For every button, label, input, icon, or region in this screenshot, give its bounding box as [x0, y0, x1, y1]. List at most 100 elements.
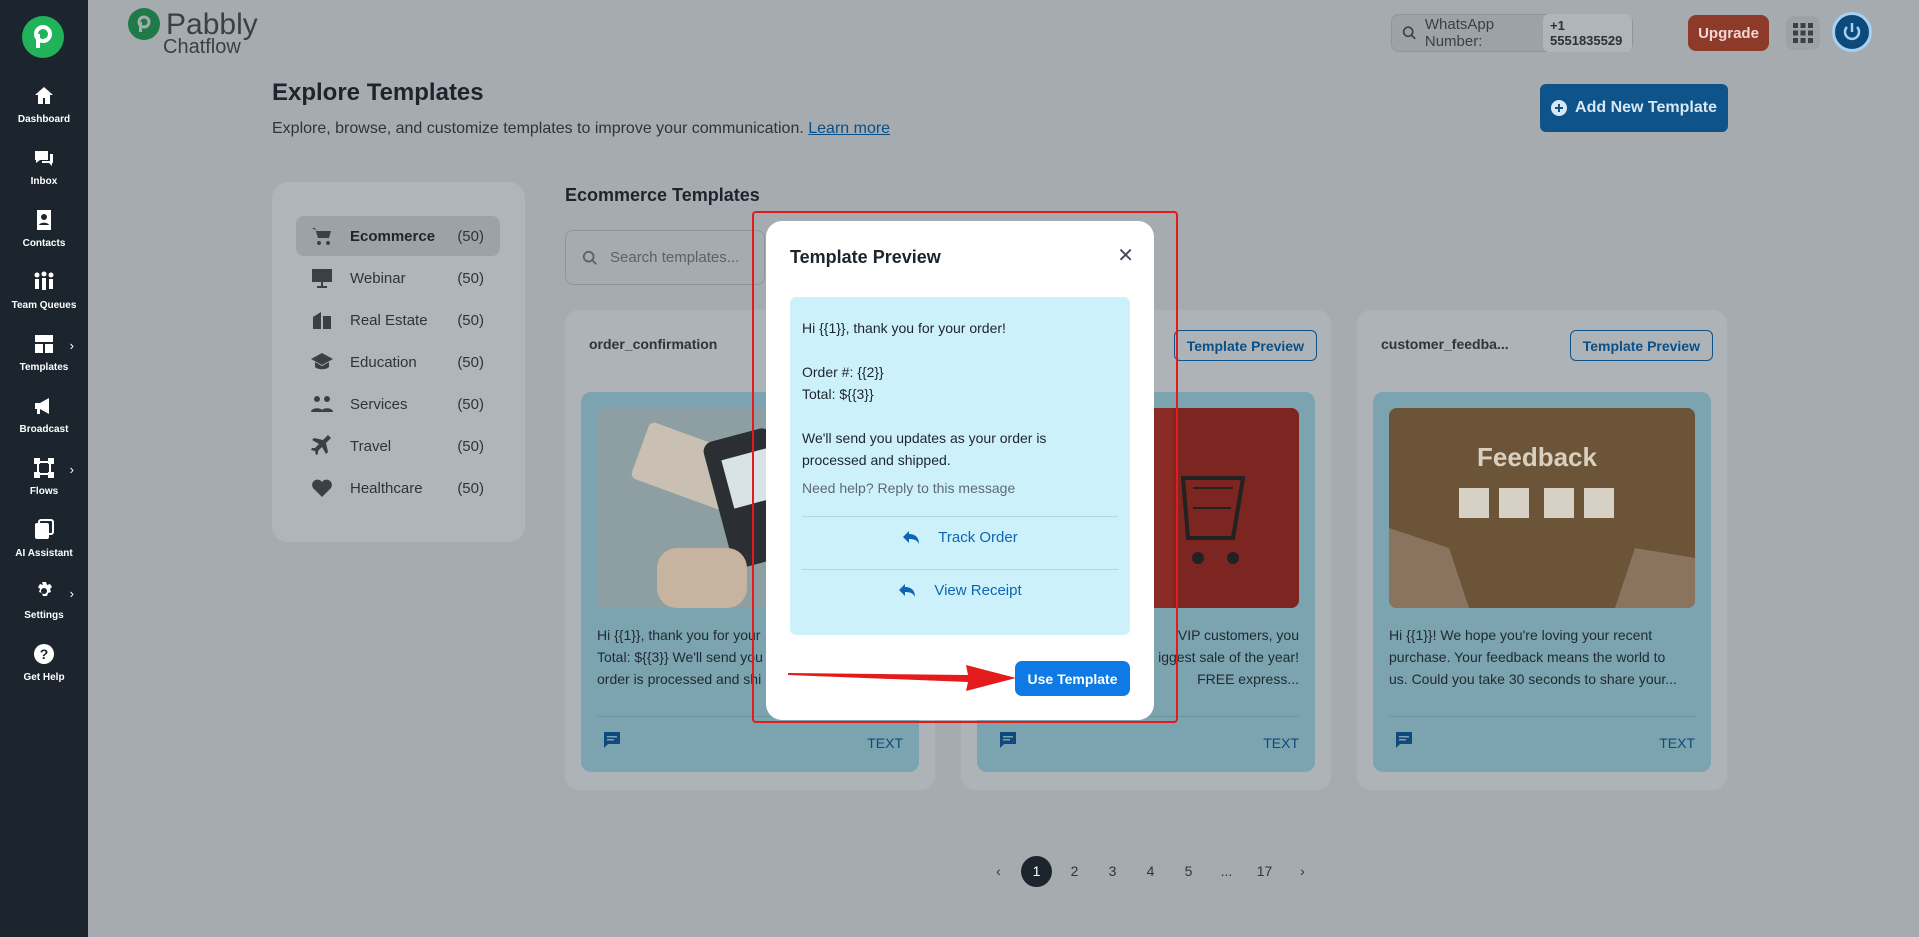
- page-title: Explore Templates: [272, 79, 484, 106]
- card-title: customer_feedba...: [1381, 336, 1509, 352]
- chat-icon: [35, 151, 53, 166]
- card-type-label: TEXT: [1659, 735, 1695, 751]
- sidebar-item-inbox[interactable]: Inbox: [0, 146, 88, 202]
- preview-update-line2: processed and shipped.: [802, 452, 951, 468]
- category-item-webinar[interactable]: Webinar (50): [296, 258, 500, 298]
- message-icon: [604, 732, 620, 748]
- sidebar-item-label: AI Assistant: [15, 548, 73, 559]
- ai-icon: [35, 519, 54, 539]
- preview-help-text: Need help? Reply to this message: [802, 480, 1016, 496]
- category-count: (50): [457, 311, 484, 329]
- sidebar-item-label: Dashboard: [17, 114, 71, 125]
- upgrade-button[interactable]: Upgrade: [1688, 15, 1769, 51]
- chevron-right-icon: ›: [69, 338, 74, 353]
- card-footer: TEXT: [1389, 716, 1695, 756]
- logo-subtext: Chatflow: [163, 36, 241, 58]
- sidebar-item-label: Broadcast: [19, 424, 69, 435]
- reply-icon: [903, 531, 920, 544]
- pabbly-logo-icon[interactable]: [22, 16, 64, 58]
- template-search-input[interactable]: Search templates...: [565, 230, 765, 285]
- category-name: Education: [350, 353, 417, 371]
- templates-icon: [35, 335, 53, 353]
- sidebar-item-contacts[interactable]: Contacts: [0, 208, 88, 264]
- prev-page-icon[interactable]: ‹: [983, 856, 1014, 887]
- feedback-image-text: Feedback: [1477, 442, 1597, 472]
- message-icon: [1000, 732, 1016, 748]
- sidebar-item-get-help[interactable]: ? Get Help: [0, 642, 88, 698]
- svg-text:?: ?: [40, 646, 49, 662]
- category-name: Services: [350, 395, 408, 413]
- pagination: ‹ 1 2 3 4 5 ... 17 ›: [983, 855, 1325, 887]
- add-new-template-button[interactable]: Add New Template: [1540, 84, 1728, 132]
- category-item-real-estate[interactable]: Real Estate (50): [296, 300, 500, 340]
- category-count: (50): [457, 437, 484, 455]
- team-icon: [34, 271, 54, 290]
- card-type-label: TEXT: [867, 735, 903, 751]
- preview-order-line: Order #: {{2}}: [802, 364, 884, 380]
- category-item-services[interactable]: Services (50): [296, 384, 500, 424]
- whatsapp-number: +1 5551835529: [1543, 14, 1632, 52]
- track-order-button[interactable]: Track Order: [802, 517, 1118, 557]
- sidebar-item-label: Get Help: [23, 672, 65, 683]
- category-item-healthcare[interactable]: Healthcare (50): [296, 468, 500, 508]
- gear-icon: [38, 582, 52, 596]
- category-item-education[interactable]: Education (50): [296, 342, 500, 382]
- message-preview: Hi {{1}}, thank you for your order! Orde…: [790, 297, 1130, 635]
- apps-grid-icon[interactable]: [1786, 16, 1820, 50]
- category-name: Travel: [350, 437, 392, 455]
- category-panel: Ecommerce (50) Webinar (50) Real Estate …: [272, 182, 525, 542]
- sidebar-item-templates[interactable]: Templates ›: [0, 332, 88, 388]
- category-name: Ecommerce: [350, 227, 436, 245]
- category-count: (50): [457, 395, 484, 413]
- modal-title: Template Preview: [790, 247, 941, 267]
- chevron-right-icon: ›: [69, 586, 74, 601]
- people-icon: [311, 396, 333, 412]
- template-card[interactable]: customer_feedba... Template Preview Feed…: [1357, 310, 1727, 790]
- close-icon[interactable]: ✕: [1117, 243, 1134, 268]
- sidebar-item-label: Templates: [19, 362, 69, 373]
- card-image: Feedback: [1389, 408, 1695, 608]
- sidebar-item-team-queues[interactable]: Team Queues: [0, 270, 88, 326]
- sidebar: Dashboard Inbox Contacts Team Queues Tem…: [0, 0, 88, 937]
- category-count: (50): [457, 479, 484, 497]
- page-button[interactable]: 5: [1173, 856, 1204, 887]
- category-name: Real Estate: [350, 311, 428, 329]
- category-item-travel[interactable]: Travel (50): [296, 426, 500, 466]
- view-receipt-button[interactable]: View Receipt: [802, 570, 1118, 610]
- category-count: (50): [457, 269, 484, 287]
- template-preview-button[interactable]: Template Preview: [1173, 330, 1317, 361]
- category-item-ecommerce[interactable]: Ecommerce (50): [296, 216, 500, 256]
- category-name: Webinar: [350, 269, 406, 287]
- category-name: Healthcare: [350, 479, 423, 497]
- sidebar-item-flows[interactable]: Flows ›: [0, 456, 88, 512]
- sidebar-item-ai-assistant[interactable]: AI Assistant: [0, 518, 88, 574]
- learn-more-link[interactable]: Learn more: [808, 120, 890, 137]
- account-power-icon[interactable]: [1832, 12, 1872, 52]
- template-preview-button[interactable]: Template Preview: [1569, 330, 1713, 361]
- page-button[interactable]: 4: [1135, 856, 1166, 887]
- help-icon: ?: [34, 644, 54, 664]
- category-count: (50): [457, 227, 484, 245]
- home-icon: [35, 87, 53, 104]
- presentation-icon: [312, 269, 332, 288]
- page-button[interactable]: 17: [1249, 856, 1280, 887]
- page-button[interactable]: 3: [1097, 856, 1128, 887]
- sidebar-item-settings[interactable]: Settings ›: [0, 580, 88, 636]
- card-title: order_confirmation: [589, 336, 718, 352]
- page-button[interactable]: 1: [1021, 855, 1052, 887]
- sidebar-item-broadcast[interactable]: Broadcast: [0, 394, 88, 450]
- search-icon: [582, 250, 597, 265]
- section-title: Ecommerce Templates: [565, 185, 760, 205]
- page-subtitle: Explore, browse, and customize templates…: [272, 120, 890, 138]
- sidebar-item-dashboard[interactable]: Dashboard: [0, 84, 88, 140]
- add-new-template-label: Add New Template: [1575, 99, 1717, 116]
- next-page-icon[interactable]: ›: [1287, 856, 1318, 887]
- sidebar-item-label: Inbox: [30, 176, 58, 187]
- message-icon: [1396, 732, 1412, 748]
- use-template-button[interactable]: Use Template: [1015, 661, 1130, 696]
- page-button[interactable]: 2: [1059, 856, 1090, 887]
- whatsapp-label: WhatsApp Number:: [1424, 16, 1495, 50]
- whatsapp-number-selector[interactable]: WhatsApp Number: +1 5551835529: [1391, 14, 1633, 52]
- building-icon: [313, 312, 331, 329]
- sidebar-item-label: Contacts: [22, 238, 66, 249]
